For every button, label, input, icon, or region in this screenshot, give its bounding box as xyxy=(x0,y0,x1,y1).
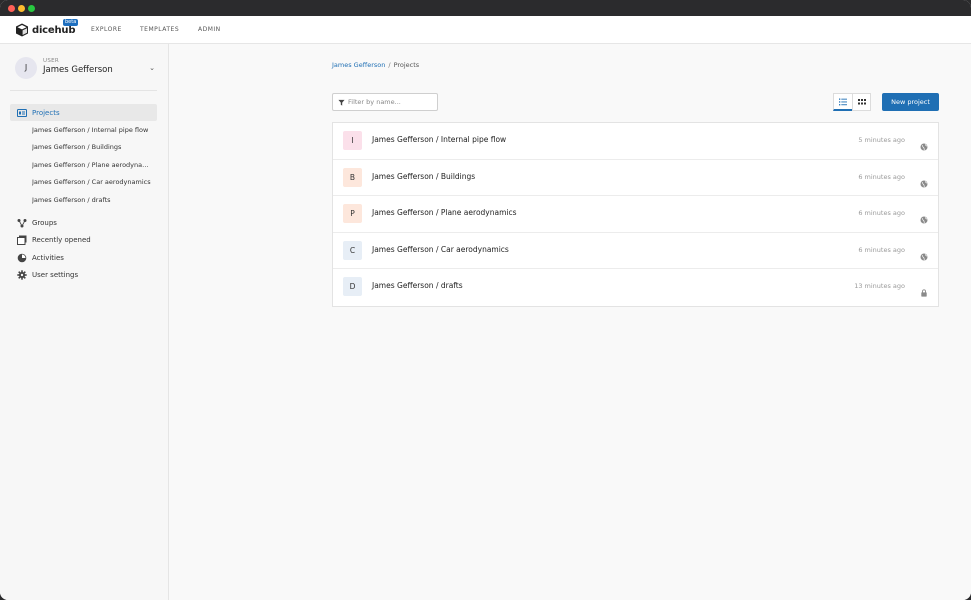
activities-icon xyxy=(17,253,27,263)
new-project-button[interactable]: New project xyxy=(882,93,939,111)
sidebar-item-label: Activities xyxy=(32,253,64,262)
sidebar-project-link[interactable]: James Gefferson / Plane aerodynamics xyxy=(32,158,154,172)
project-name-link[interactable]: James Gefferson / Car aerodynamics xyxy=(372,245,509,254)
filter-icon xyxy=(338,99,345,106)
beta-badge: beta xyxy=(63,19,79,26)
main-content: James Gefferson/Projects New project I Ja… xyxy=(169,44,971,600)
grid-view-button[interactable] xyxy=(852,93,871,111)
project-updated-time: 5 minutes ago xyxy=(858,136,905,144)
project-avatar: I xyxy=(343,131,362,150)
sidebar-item-recently-opened[interactable]: Recently opened xyxy=(10,231,157,248)
view-toggle xyxy=(833,93,871,111)
list-view-button[interactable] xyxy=(833,93,852,111)
top-navigation: dicehub beta EXPLORE TEMPLATES ADMIN xyxy=(0,16,971,44)
lock-icon xyxy=(920,282,928,297)
project-updated-time: 13 minutes ago xyxy=(854,282,905,291)
dice-logo-icon xyxy=(16,23,28,37)
recent-icon xyxy=(17,235,27,245)
project-name-link[interactable]: James Gefferson / Plane aerodynamics xyxy=(372,208,517,217)
project-updated-time: 6 minutes ago xyxy=(858,172,905,181)
project-avatar: C xyxy=(343,240,362,260)
avatar: J xyxy=(15,57,37,79)
sidebar-item-user-settings[interactable]: User settings xyxy=(10,266,157,283)
sidebar-project-link[interactable]: James Gefferson / Internal pipe flow xyxy=(32,123,154,137)
breadcrumb-current: Projects xyxy=(393,61,420,69)
globe-icon xyxy=(920,173,928,188)
project-avatar: B xyxy=(343,167,362,187)
close-window-button[interactable] xyxy=(8,5,15,12)
sidebar-project-link[interactable]: James Gefferson / Car aerodynamics xyxy=(32,175,154,189)
sidebar: J USER James Gefferson ⌄ Projects James … xyxy=(0,44,169,600)
maximize-window-button[interactable] xyxy=(28,5,35,12)
sidebar-divider xyxy=(10,90,157,91)
project-updated-time: 6 minutes ago xyxy=(858,245,905,254)
globe-icon xyxy=(920,246,928,261)
sidebar-project-link[interactable]: James Gefferson / drafts xyxy=(32,193,154,207)
project-row[interactable]: I James Gefferson / Internal pipe flow 5 m… xyxy=(333,123,938,160)
globe-icon xyxy=(920,209,928,224)
project-list: I James Gefferson / Internal pipe flow 5 m… xyxy=(332,122,939,307)
nav-explore[interactable]: EXPLORE xyxy=(91,26,122,33)
breadcrumb-owner-link[interactable]: James Gefferson xyxy=(332,61,385,69)
sidebar-project-link[interactable]: James Gefferson / Buildings xyxy=(32,140,154,154)
sidebar-item-label: User settings xyxy=(32,270,79,279)
nav-templates[interactable]: TEMPLATES xyxy=(140,26,179,33)
list-icon xyxy=(839,98,847,105)
app-window: dicehub beta EXPLORE TEMPLATES ADMIN J U… xyxy=(0,0,971,600)
user-name: James Gefferson xyxy=(43,65,113,75)
sidebar-item-groups[interactable]: Groups xyxy=(10,214,157,231)
chevron-down-icon[interactable]: ⌄ xyxy=(149,64,155,72)
user-switcher[interactable]: J USER James Gefferson ⌄ xyxy=(15,57,155,81)
project-row[interactable]: P James Gefferson / Plane aerodynamics 6 m… xyxy=(333,196,938,233)
sidebar-item-projects[interactable]: Projects xyxy=(10,104,157,121)
project-row[interactable]: C James Gefferson / Car aerodynamics 6 min… xyxy=(333,233,938,270)
project-avatar: P xyxy=(343,204,362,224)
breadcrumb-separator: / xyxy=(388,61,391,69)
grid-icon xyxy=(857,99,866,105)
brand-name: dicehub xyxy=(32,24,76,36)
project-name-link[interactable]: James Gefferson / Internal pipe flow xyxy=(372,135,506,144)
window-titlebar xyxy=(0,0,971,16)
sidebar-item-label: Projects xyxy=(32,108,60,117)
filter-input[interactable] xyxy=(348,96,436,108)
projects-icon xyxy=(17,108,27,118)
project-updated-time: 6 minutes ago xyxy=(858,209,905,218)
groups-icon xyxy=(17,218,27,228)
project-name-link[interactable]: James Gefferson / drafts xyxy=(372,281,463,290)
breadcrumb: James Gefferson / Projects xyxy=(332,61,419,69)
project-avatar: D xyxy=(343,277,362,297)
project-name-link[interactable]: James Gefferson / Buildings xyxy=(372,172,475,181)
sidebar-item-label: Groups xyxy=(32,218,57,227)
globe-icon xyxy=(920,136,928,151)
brand-logo[interactable]: dicehub beta xyxy=(15,19,79,39)
gear-icon xyxy=(17,269,27,280)
minimize-window-button[interactable] xyxy=(18,5,25,12)
project-row[interactable]: B James Gefferson / Buildings 6 minutes ag… xyxy=(333,160,938,197)
sidebar-item-activities[interactable]: Activities xyxy=(10,249,157,266)
project-row[interactable]: D James Gefferson / drafts 13 minutes ago xyxy=(333,269,938,306)
filter-box[interactable] xyxy=(332,93,438,111)
sidebar-item-label: Recently opened xyxy=(32,235,91,244)
user-label: USER xyxy=(43,58,60,64)
nav-admin[interactable]: ADMIN xyxy=(198,26,221,33)
